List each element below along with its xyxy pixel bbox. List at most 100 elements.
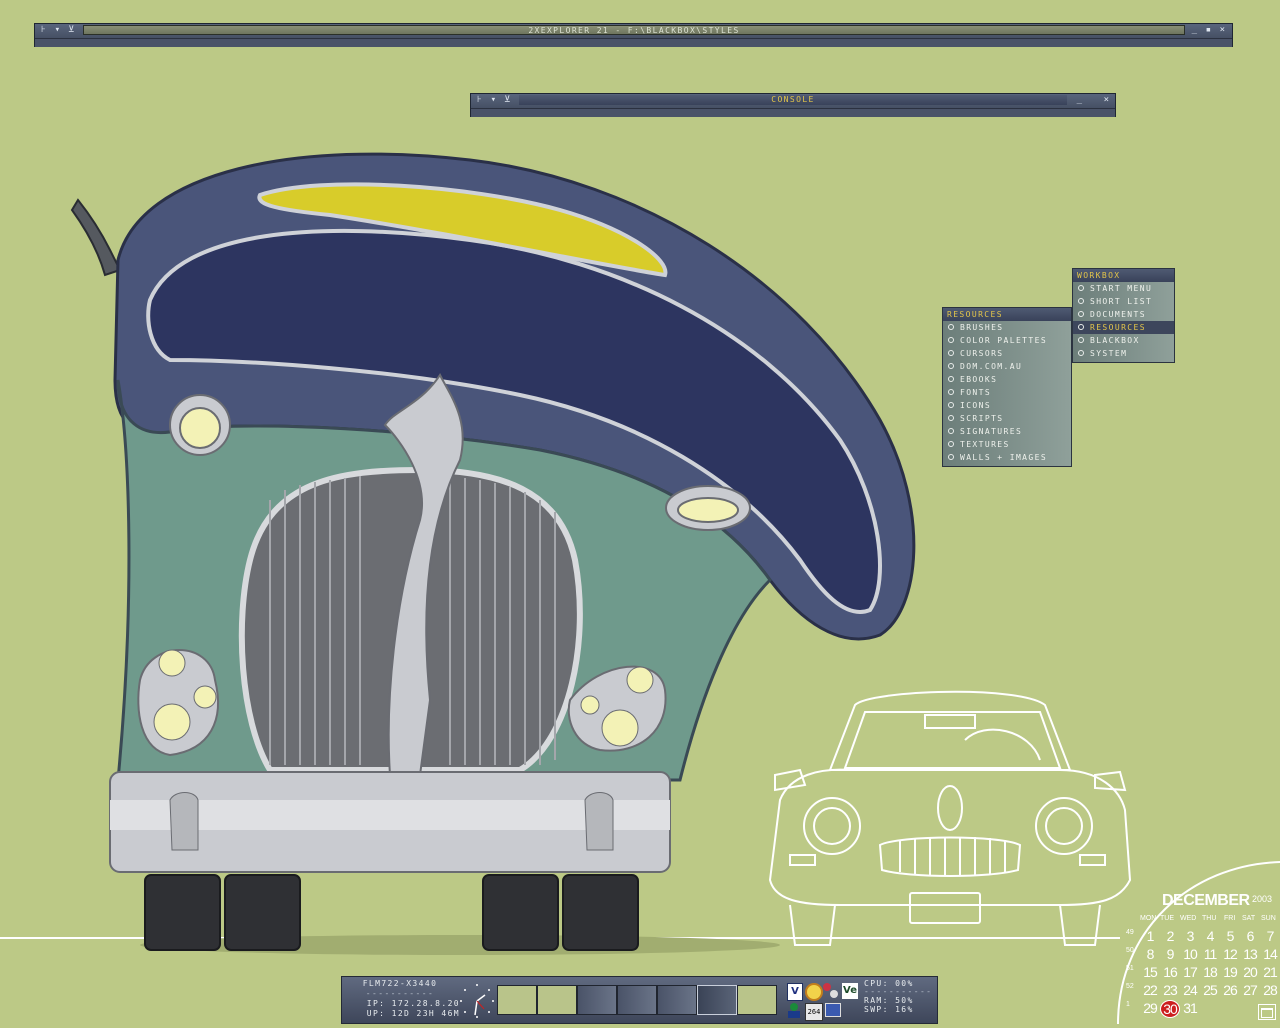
explorer-window-titlebar[interactable]: ⊦ ▾ ⊻ 2xExplorer 21 - F:\Blackbox\Styles… [34,23,1233,47]
menu-item-system[interactable]: System [1073,347,1174,360]
console-window-bottom-edge [471,108,1115,117]
bullet-icon [948,336,954,343]
calendar-month: DECEMBER [1162,892,1250,909]
console-minimize-button[interactable]: _ [1074,95,1086,105]
console-dropdown-button[interactable]: ▾ [488,95,500,105]
bullet-icon [1078,336,1084,343]
week-number: 1 [1126,1001,1130,1008]
workspace-pager [495,977,783,1023]
explorer-window-bottom-edge [35,38,1232,47]
explorer-maximize-button[interactable]: ▪ [1203,25,1215,35]
bullet-icon [948,362,954,369]
workspace-3[interactable] [577,985,617,1015]
calendar-day: 16 [1163,964,1178,980]
car-antenna [70,198,122,277]
explorer-minimize-button[interactable]: _ [1189,25,1201,35]
workspace-4[interactable] [617,985,657,1015]
menu-item-resources[interactable]: Resources [1073,321,1174,334]
bullet-icon [948,453,954,460]
ve-icon[interactable]: Ve [842,983,858,999]
tray-badge: 264 [807,1008,821,1016]
calendar-day-today: 30 [1160,1000,1180,1018]
calendar-day: 14 [1263,946,1278,962]
menu-item-ebooks[interactable]: eBooks [943,373,1071,386]
menu-item-textures[interactable]: Textures [943,438,1071,451]
network-icon[interactable] [823,983,839,999]
bullet-icon [948,349,954,356]
week-number: 52 [1126,983,1134,990]
workspace-7[interactable] [737,985,777,1015]
workspace-1[interactable] [497,985,537,1015]
resources-menu: Resources Brushes Color Palettes Cursors… [942,307,1072,467]
monitor-icon[interactable] [825,1003,841,1017]
menu-item-dom-com-au[interactable]: Dom.com.au [943,360,1071,373]
menu-item-brushes[interactable]: Brushes [943,321,1071,334]
week-number: 50 [1126,947,1134,954]
menu-item-documents[interactable]: Documents [1073,308,1174,321]
week-number: 49 [1126,929,1134,936]
menu-item-color-palettes[interactable]: Color Palettes [943,334,1071,347]
workspace-6-active[interactable] [697,985,737,1015]
menu-item-scripts[interactable]: Scripts [943,412,1071,425]
menu-item-walls-images[interactable]: Walls + Images [943,451,1071,464]
console-window-title: Console [519,95,1067,105]
desktop-corner-button[interactable] [1258,1004,1276,1020]
calendar-day: 8 [1146,946,1155,962]
menu-item-start-menu[interactable]: Start Menu [1073,282,1174,295]
calendar-day: 2 [1166,928,1175,944]
cpu-separator: ----------- [864,987,933,996]
calendar-day: 21 [1263,964,1278,980]
explorer-menu-button[interactable]: ⊦ [38,25,50,35]
menu-item-fonts[interactable]: Fonts [943,386,1071,399]
bullet-icon [1078,323,1084,330]
calendar-day: 19 [1223,964,1238,980]
calendar-day: 7 [1266,928,1275,944]
shield-icon[interactable]: V [787,983,803,1001]
desktop-calendar: DECEMBER 2003 MON TUE WED THU FRI SAT SU… [1120,868,1280,1028]
explorer-window-title: 2xExplorer 21 - F:\Blackbox\Styles [83,25,1185,35]
explorer-shade-button[interactable]: ⊻ [66,25,78,35]
bullet-icon [948,414,954,421]
bullet-icon [948,323,954,330]
calendar-day: 27 [1243,982,1258,998]
clock-app-icon[interactable] [805,983,823,1001]
blackbox-toolbar: FLM722-X3440 ----------- IP: 172.28.8.20… [341,976,938,1024]
calendar-day: 23 [1163,982,1178,998]
explorer-dropdown-button[interactable]: ▾ [52,25,64,35]
chip-icon[interactable]: 264 [805,1003,823,1021]
calendar-day: 12 [1223,946,1238,962]
bullet-icon [948,388,954,395]
console-close-button[interactable]: × [1101,95,1113,105]
calendar-day: 20 [1243,964,1258,980]
toolbar-host-label: FLM722-X3440 [362,979,438,988]
console-menu-button[interactable]: ⊦ [474,95,486,105]
menu-item-signatures[interactable]: Signatures [943,425,1071,438]
bullet-icon [1078,297,1084,304]
workspace-5[interactable] [657,985,697,1015]
console-window-titlebar[interactable]: ⊦ ▾ ⊻ Console _ × [470,93,1116,117]
weekday-label: WED [1180,915,1197,922]
menu-item-short-list[interactable]: Short List [1073,295,1174,308]
calendar-day: 6 [1246,928,1255,944]
weekday-label: THU [1202,915,1217,922]
calendar-day: 31 [1183,1000,1198,1016]
menu-item-cursors[interactable]: Cursors [943,347,1071,360]
bullet-icon [1078,310,1084,317]
calendar-day: 13 [1243,946,1258,962]
clock-icon [460,984,494,1018]
workspace-2[interactable] [537,985,577,1015]
bullet-icon [948,427,954,434]
workbox-menu-title: Workbox [1073,269,1174,282]
menu-item-icons[interactable]: Icons [943,399,1071,412]
line-art-car [768,690,1132,946]
calendar-day: 1 [1146,928,1155,944]
calendar-day: 4 [1206,928,1215,944]
user-icon[interactable] [788,1003,800,1019]
calendar-day: 10 [1183,946,1198,962]
toolbar-uptime-label: UP: 12D 23H 46M [366,1009,460,1018]
calendar-day: 5 [1226,928,1235,944]
menu-item-blackbox[interactable]: Blackbox [1073,334,1174,347]
explorer-close-button[interactable]: × [1217,25,1229,35]
console-shade-button[interactable]: ⊻ [502,95,514,105]
swap-usage: SWP: 16% [864,1005,914,1014]
